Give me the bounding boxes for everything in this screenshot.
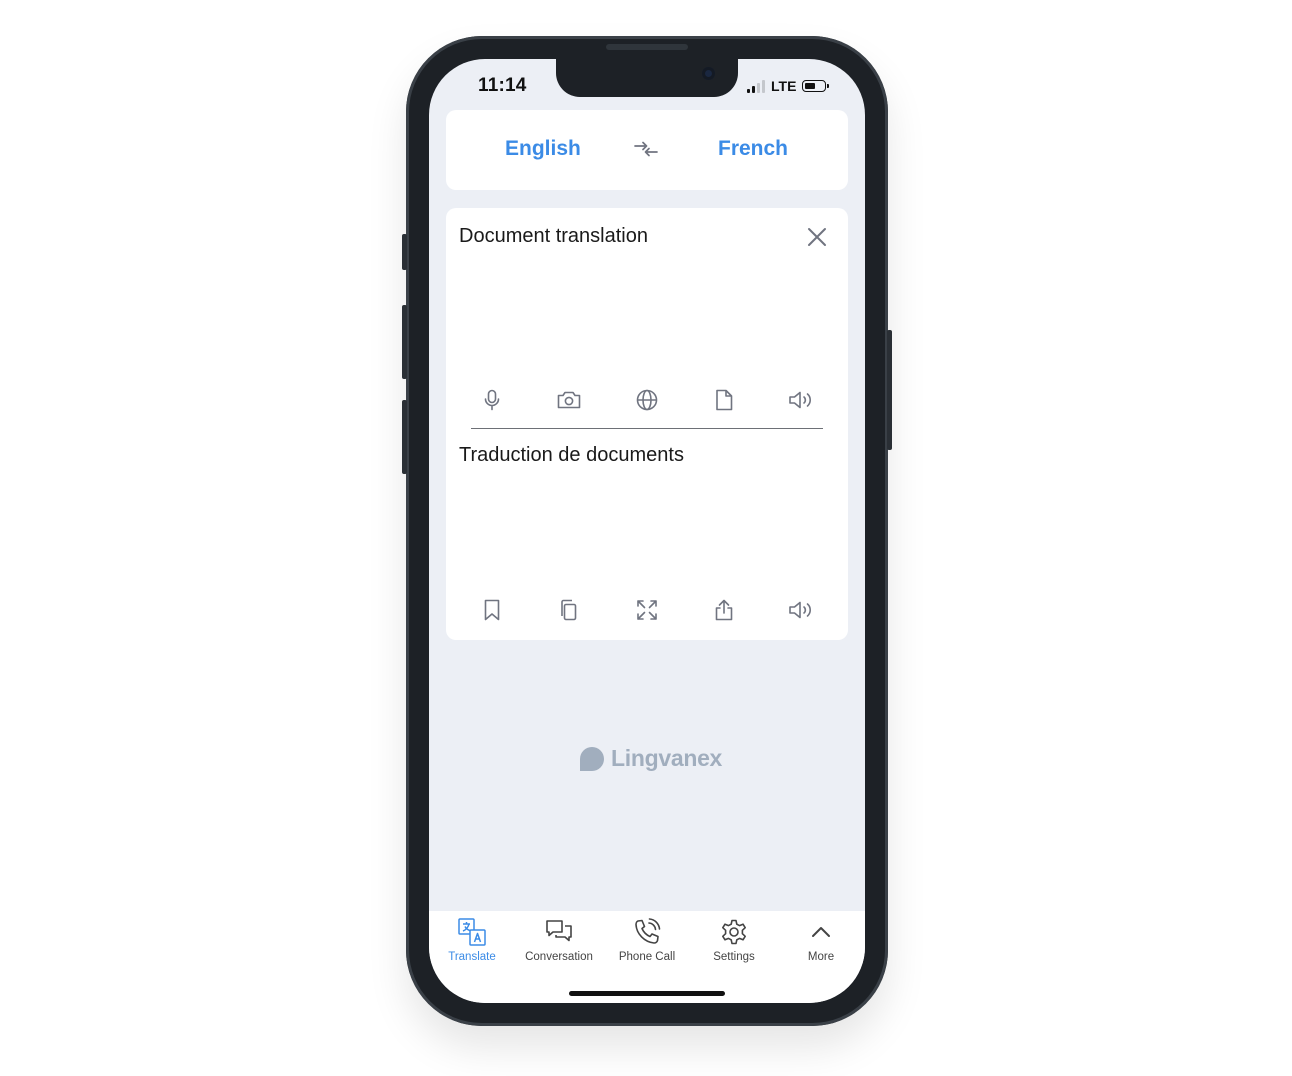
share-icon	[715, 599, 733, 621]
fullscreen-button[interactable]	[632, 595, 662, 625]
tab-label: Phone Call	[618, 951, 676, 963]
target-language-button[interactable]: French	[718, 137, 788, 161]
translate-icon	[458, 918, 486, 946]
home-indicator[interactable]	[569, 991, 725, 996]
network-label: LTE	[771, 78, 797, 94]
speaker-icon	[789, 601, 812, 619]
status-indicators: LTE	[747, 78, 830, 94]
speak-source-button[interactable]	[786, 385, 816, 415]
tab-phone-call[interactable]: Phone Call	[604, 917, 690, 965]
language-selector: English French	[446, 110, 848, 190]
tab-label: Settings	[713, 951, 755, 963]
tab-label: Conversation	[525, 951, 593, 963]
share-button[interactable]	[709, 595, 739, 625]
front-camera	[702, 67, 715, 80]
tab-translate[interactable]: Translate	[429, 917, 515, 965]
microphone-button[interactable]	[477, 385, 507, 415]
target-toolbar	[446, 595, 848, 625]
copy-icon	[561, 599, 577, 621]
tab-bar: Translate Conversation Phone Call Settin…	[429, 911, 865, 1003]
translated-text: Traduction de documents	[459, 444, 684, 466]
speak-translation-button[interactable]	[786, 595, 816, 625]
swap-languages-button[interactable]	[632, 137, 660, 165]
battery-icon	[802, 80, 830, 92]
source-language-button[interactable]: English	[505, 137, 581, 161]
signal-icon	[747, 79, 765, 93]
tab-settings[interactable]: Settings	[691, 917, 777, 965]
power-button	[887, 330, 892, 450]
source-toolbar	[446, 385, 848, 415]
microphone-icon	[484, 389, 500, 411]
copy-button[interactable]	[554, 595, 584, 625]
chevron-up-icon	[812, 927, 830, 937]
status-time: 11:14	[478, 75, 527, 96]
bookmark-button[interactable]	[477, 595, 507, 625]
tab-label: Translate	[448, 951, 496, 963]
clear-button[interactable]	[806, 226, 828, 248]
conversation-icon	[546, 920, 572, 942]
speaker-icon	[789, 391, 812, 409]
camera-button[interactable]	[554, 385, 584, 415]
mute-switch	[402, 234, 407, 270]
tab-conversation[interactable]: Conversation	[516, 917, 602, 965]
close-icon	[808, 228, 826, 246]
volume-up-button	[402, 305, 407, 379]
website-button[interactable]	[632, 385, 662, 415]
document-icon	[716, 389, 733, 411]
lingvanex-logo-icon	[580, 746, 604, 771]
phone-screen: 11:14 LTE English French Document transl…	[429, 59, 865, 1003]
document-button[interactable]	[709, 385, 739, 415]
tab-label: More	[807, 951, 835, 963]
swap-icon	[634, 141, 658, 157]
globe-icon	[636, 389, 658, 411]
phone-call-icon	[635, 918, 661, 944]
bookmark-icon	[484, 599, 500, 621]
tab-more[interactable]: More	[778, 917, 864, 965]
notch	[556, 59, 738, 97]
translation-card: Document translation Traduction de docum…	[446, 208, 848, 640]
expand-icon	[637, 600, 657, 620]
camera-icon	[557, 391, 581, 409]
brand-logo: Lingvanex	[579, 745, 722, 772]
source-text-input[interactable]: Document translation	[459, 225, 648, 248]
volume-down-button	[402, 400, 407, 474]
brand-name: Lingvanex	[611, 745, 723, 771]
earpiece	[606, 44, 688, 50]
settings-icon	[722, 919, 746, 945]
panel-divider	[471, 428, 823, 429]
